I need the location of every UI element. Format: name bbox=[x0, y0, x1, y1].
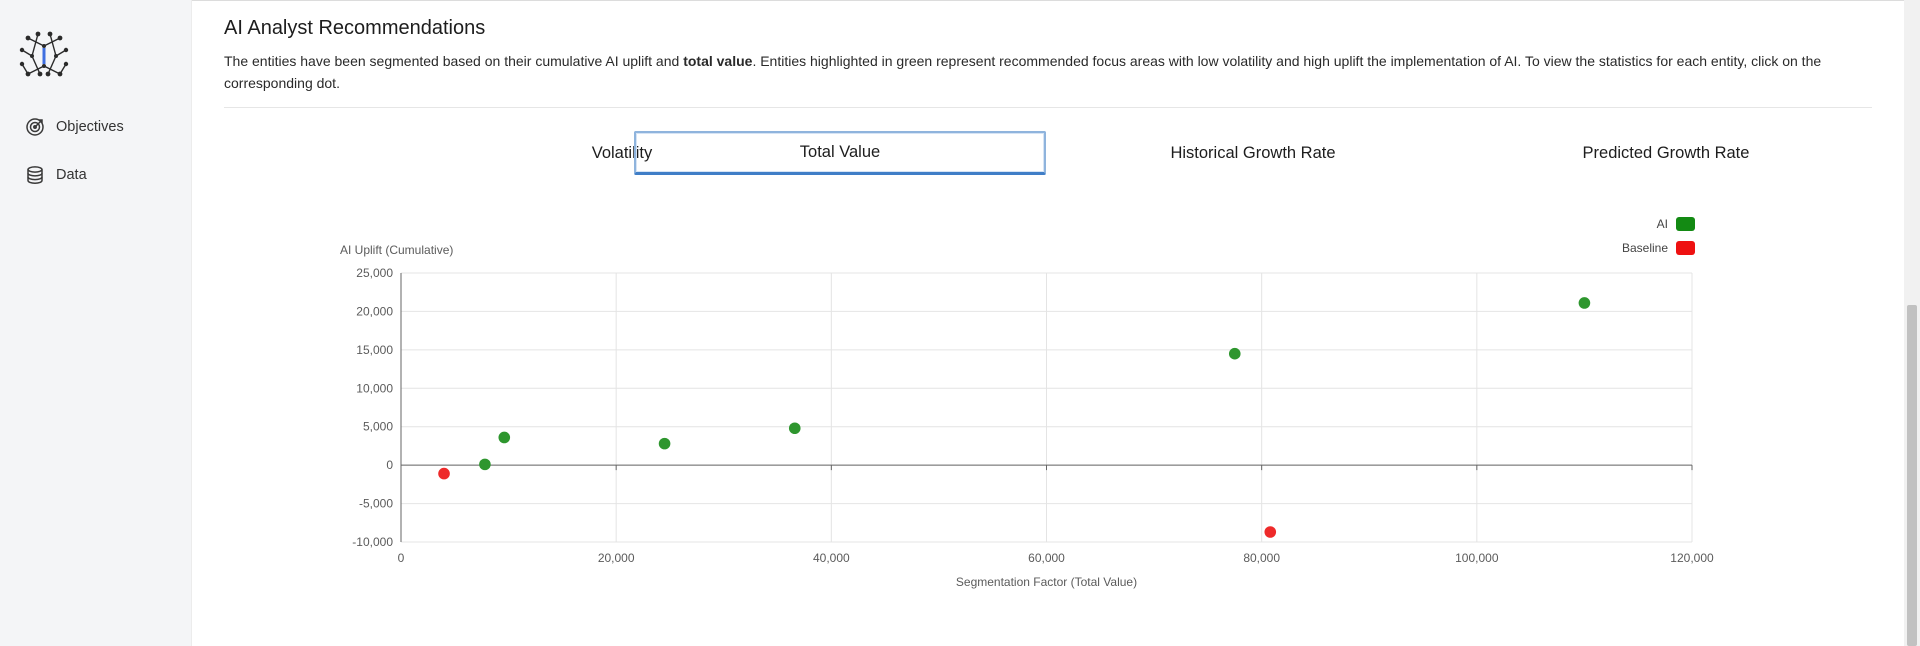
sidebar-item-label: Objectives bbox=[56, 119, 124, 135]
description-bold: total value bbox=[683, 53, 753, 69]
sidebar-item-objectives[interactable]: Objectives bbox=[25, 115, 124, 139]
sidebar: Objectives Data bbox=[0, 0, 192, 646]
x-tick-label: 100,000 bbox=[1455, 551, 1499, 565]
y-tick-label: -5,000 bbox=[359, 497, 393, 511]
y-tick-label: 10,000 bbox=[356, 381, 393, 395]
divider bbox=[224, 107, 1872, 108]
x-tick-label: 120,000 bbox=[1670, 551, 1714, 565]
y-axis-label: AI Uplift (Cumulative) bbox=[340, 243, 453, 257]
x-tick-label: 80,000 bbox=[1243, 551, 1280, 565]
legend-swatch-baseline[interactable] bbox=[1676, 241, 1695, 255]
y-tick-label: -10,000 bbox=[352, 535, 393, 549]
x-tick-label: 0 bbox=[398, 551, 405, 565]
chart-canvas: -10,000 -5,000 0 5,000 10,000 15,000 20,000 25,… bbox=[340, 217, 1714, 589]
section-description: The entities have been segmented based o… bbox=[224, 50, 1884, 94]
y-tick-label: 5,000 bbox=[363, 420, 393, 434]
x-tick-label: 20,000 bbox=[598, 551, 635, 565]
description-text: The entities have been segmented based o… bbox=[224, 53, 684, 69]
y-tick-label: 15,000 bbox=[356, 343, 393, 357]
scatter-chart: -10,000 -5,000 0 5,000 10,000 15,000 20,000 25,… bbox=[192, 195, 1904, 595]
database-icon bbox=[25, 165, 45, 185]
data-point-ai[interactable] bbox=[1228, 347, 1241, 360]
x-tick-label: 60,000 bbox=[1028, 551, 1065, 565]
tab-total-value[interactable]: Total Value bbox=[634, 131, 1046, 175]
main-content: AI Analyst Recommendations The entities … bbox=[192, 0, 1904, 646]
scrollbar-thumb[interactable] bbox=[1907, 305, 1917, 646]
legend-label: AI bbox=[1657, 217, 1668, 231]
legend-swatch-ai[interactable] bbox=[1676, 217, 1695, 231]
y-tick-label: 25,000 bbox=[356, 266, 393, 280]
data-point-baseline[interactable] bbox=[1264, 526, 1277, 538]
app-logo-icon[interactable] bbox=[18, 30, 70, 78]
tab-predicted-growth-rate[interactable]: Predicted Growth Rate bbox=[1460, 131, 1872, 175]
x-tick-label: 40,000 bbox=[813, 551, 850, 565]
data-point-ai[interactable] bbox=[479, 458, 491, 471]
tab-historical-growth-rate[interactable]: Historical Growth Rate bbox=[1047, 131, 1459, 175]
sidebar-item-label: Data bbox=[56, 167, 87, 183]
data-point-ai[interactable] bbox=[498, 431, 511, 444]
y-tick-label: 20,000 bbox=[356, 304, 393, 318]
data-point-ai[interactable] bbox=[788, 422, 801, 435]
sidebar-item-data[interactable]: Data bbox=[25, 163, 87, 187]
section-title: AI Analyst Recommendations bbox=[224, 17, 486, 39]
y-tick-label: 0 bbox=[386, 458, 393, 472]
data-point-baseline[interactable] bbox=[438, 467, 450, 480]
top-border bbox=[192, 0, 1904, 1]
x-axis-label: Segmentation Factor (Total Value) bbox=[956, 575, 1137, 589]
target-icon bbox=[25, 117, 45, 137]
legend-label: Baseline bbox=[1622, 241, 1668, 255]
data-point-ai[interactable] bbox=[1578, 297, 1591, 309]
data-point-ai[interactable] bbox=[658, 437, 671, 450]
